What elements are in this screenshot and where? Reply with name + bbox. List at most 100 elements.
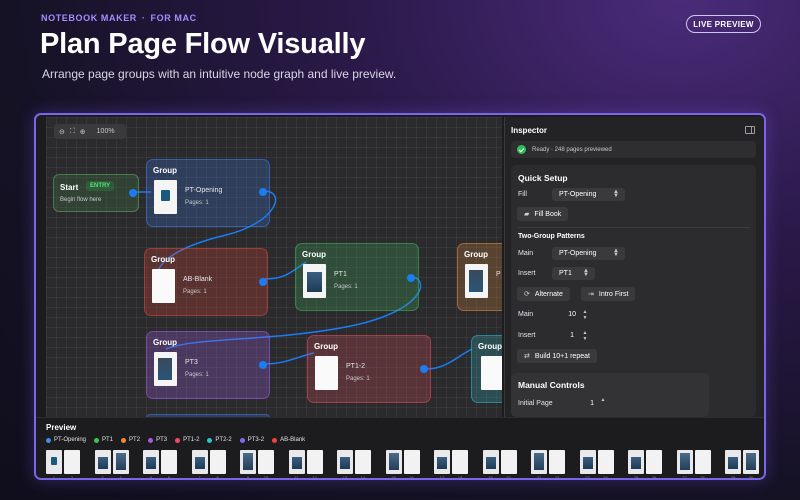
page-thumbnail[interactable] <box>64 450 80 474</box>
node-page-name: PT-Opening <box>185 187 223 194</box>
page-thumbnail[interactable] <box>482 450 499 474</box>
build-repeat-button[interactable]: ⇄ Build 10+1 repeat <box>517 349 597 363</box>
page-thumbnail[interactable] <box>676 450 693 474</box>
page-thumbnail[interactable] <box>579 450 596 474</box>
intro-first-button[interactable]: ⇥ Intro First <box>581 287 636 301</box>
page-thumbnail[interactable] <box>725 450 741 474</box>
legend-dot <box>239 437 245 443</box>
page-thumbnail[interactable] <box>161 450 177 474</box>
start-node[interactable]: Start ENTRY Begin flow here <box>53 174 139 212</box>
legend-item: PT2-2 <box>207 437 232 443</box>
fill-select[interactable]: PT-Opening ▲ ▼ <box>552 188 625 201</box>
cycle-icon: ⟳ <box>524 291 530 298</box>
insert-count-value[interactable]: 1 <box>554 332 574 339</box>
main-count-value[interactable]: 10 <box>556 311 576 318</box>
initial-page-label: Initial Page <box>518 400 553 407</box>
page-thumbnail[interactable] <box>403 450 420 474</box>
page-number: 7 <box>198 475 201 480</box>
output-port[interactable] <box>259 361 267 369</box>
page-number: 6 <box>167 475 171 480</box>
page-strip[interactable]: 1 2 3 4 5 6 7 8 9 10 11 12 13 14 15 16 17 18 19 20 21 22 23 24 2… <box>46 450 761 480</box>
quick-setup-heading: Quick Setup <box>518 173 568 183</box>
insert-count-label: Insert <box>518 332 536 339</box>
chevron-updown-icon: ▲ ▼ <box>613 248 619 258</box>
page-thumbnail[interactable] <box>306 450 323 474</box>
page-number: 5 <box>149 475 153 480</box>
page-thumbnail[interactable] <box>191 450 208 474</box>
alternate-button[interactable]: ⟳ Alternate <box>517 287 570 301</box>
page-thumbnail[interactable] <box>434 450 450 474</box>
fill-label: Fill <box>518 191 527 198</box>
page-number: 18 <box>457 475 463 480</box>
insert-select[interactable]: PT1 ▲ ▼ <box>552 267 595 280</box>
fill-book-button[interactable]: ▰ Fill Book <box>517 207 569 221</box>
main-count-stepper[interactable]: ▲ ▼ <box>581 309 589 321</box>
output-port[interactable] <box>129 189 137 197</box>
two-group-heading: Two-Group Patterns <box>518 233 585 240</box>
build-repeat-label: Build 10+1 repeat <box>534 352 590 360</box>
page-thumbnail[interactable] <box>694 450 711 474</box>
entry-badge: ENTRY <box>86 181 115 191</box>
node-title: Group <box>302 250 326 259</box>
output-port[interactable] <box>407 274 415 282</box>
page-thumbnail[interactable] <box>500 450 517 474</box>
page-thumbnail[interactable] <box>549 450 565 474</box>
page-thumbnail <box>152 269 175 303</box>
inspector-title: Inspector <box>511 126 548 135</box>
insert-count-stepper[interactable]: ▲ ▼ <box>581 330 589 342</box>
page-thumbnail[interactable] <box>94 450 111 474</box>
headline: Plan Page Flow Visually <box>40 28 366 60</box>
page-thumbnail[interactable] <box>209 450 226 474</box>
page-thumbnail[interactable] <box>288 450 305 474</box>
legend-label: PT3 <box>156 437 168 443</box>
node-page-name: PT3 <box>185 359 198 366</box>
page-thumbnail[interactable] <box>337 450 353 474</box>
page-thumbnail[interactable] <box>112 450 129 474</box>
page-thumbnail[interactable] <box>531 450 547 474</box>
page-thumbnail[interactable] <box>240 450 256 474</box>
legend-dot <box>46 437 51 443</box>
initial-page-value[interactable]: 1 <box>574 400 594 407</box>
output-port[interactable] <box>420 365 428 373</box>
group-node-pt-opening[interactable]: Group PT-Opening Pages: 1 <box>146 159 270 227</box>
output-port[interactable] <box>259 188 267 196</box>
group-node-pt1[interactable]: Group PT1 Pages: 1 <box>295 243 419 311</box>
intro-first-label: Intro First <box>598 290 629 298</box>
app-window: ⊖ ⛶ ⊕ 100% Start ENTRY Begin flow here G… <box>34 113 766 480</box>
page-thumbnail[interactable] <box>355 450 371 474</box>
repeat-icon: ⇄ <box>524 353 530 360</box>
group-node-partial-orange[interactable]: Group P <box>457 243 502 311</box>
page-thumbnail[interactable] <box>597 450 614 474</box>
page-thumbnail[interactable] <box>452 450 468 474</box>
group-node-pt1-2[interactable]: Group PT1-2 Pages: 1 <box>307 335 431 403</box>
group-node-ab-blank[interactable]: Group AB-Blank Pages: 1 <box>144 248 268 316</box>
page-thumbnail[interactable] <box>628 450 644 474</box>
insert-label: Insert <box>518 270 536 277</box>
page-number: 21 <box>536 475 542 480</box>
sidebar-toggle-icon[interactable] <box>745 126 755 134</box>
output-port[interactable] <box>259 278 267 286</box>
page-thumbnail <box>315 356 338 390</box>
eyebrow: NOTEBOOK MAKER · FOR MAC <box>41 13 197 23</box>
group-node-pt3[interactable]: Group PT3 Pages: 1 <box>146 331 270 399</box>
page-thumbnail[interactable] <box>743 450 759 474</box>
page-number: 25 <box>633 475 639 480</box>
page-number: 16 <box>409 475 414 480</box>
page-number: 8 <box>216 475 219 480</box>
page-thumbnail[interactable] <box>143 450 159 474</box>
node-canvas[interactable]: ⊖ ⛶ ⊕ 100% Start ENTRY Begin flow here G… <box>46 117 502 417</box>
initial-page-stepper[interactable]: ▲ <box>599 397 607 409</box>
main-select[interactable]: PT-Opening ▲ ▼ <box>552 247 625 260</box>
page-thumbnail[interactable] <box>385 450 402 474</box>
legend-label: PT2-2 <box>215 437 232 443</box>
page-number: 17 <box>439 475 445 480</box>
legend-item: PT1 <box>94 437 113 443</box>
page-number: 28 <box>700 475 705 480</box>
page-thumbnail[interactable] <box>46 450 62 474</box>
live-preview-pill: LIVE PREVIEW <box>686 15 761 33</box>
page-number: 22 <box>554 475 560 480</box>
group-node-partial-cyan[interactable]: Group <box>471 335 502 403</box>
page-thumbnail[interactable] <box>646 450 662 474</box>
page-thumbnail[interactable] <box>258 450 274 474</box>
preview-title: Preview <box>46 423 77 432</box>
